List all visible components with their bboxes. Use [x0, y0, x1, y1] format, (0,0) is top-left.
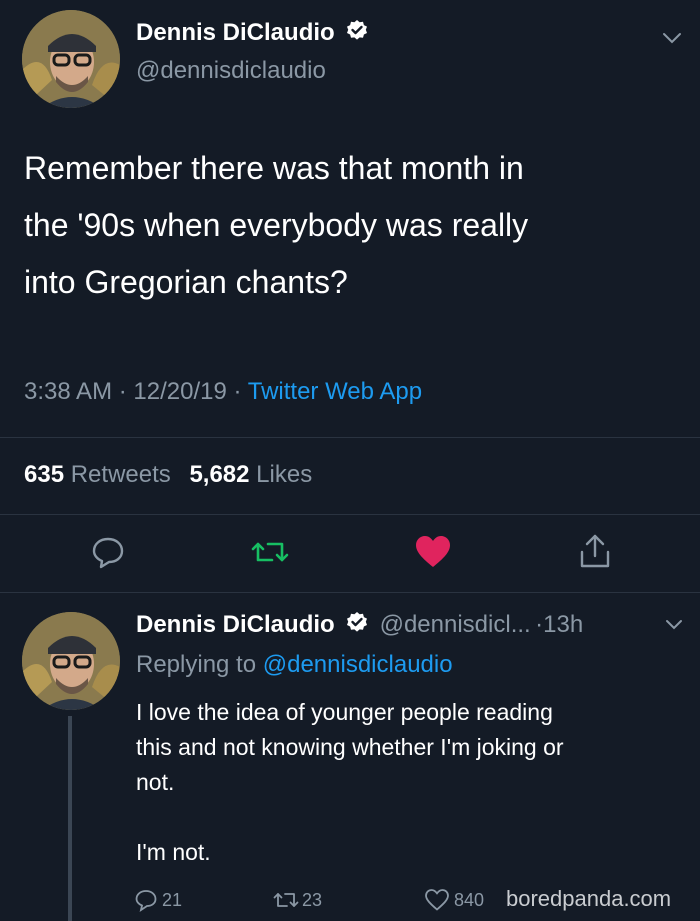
- retweets-label: Retweets: [70, 461, 171, 488]
- likes-count: 5,682: [189, 461, 250, 488]
- reply-author-name[interactable]: Dennis DiClaudio: [136, 611, 335, 638]
- tweet-meta: 3:38 AM · 12/20/19 · Twitter Web App: [24, 378, 422, 406]
- tweet-time[interactable]: 3:38 AM: [24, 378, 112, 405]
- retweets-count: 635: [24, 461, 65, 488]
- reply-reply-count: 21: [162, 889, 183, 910]
- tweet-text-line: into Gregorian chants?: [24, 264, 348, 300]
- reply-age[interactable]: ·13h: [535, 611, 583, 638]
- divider: [0, 514, 700, 515]
- chevron-down-icon[interactable]: [660, 28, 684, 48]
- reply-text-line: I love the idea of younger people readin…: [136, 699, 553, 725]
- reply-retweet-count: 23: [302, 889, 323, 910]
- likes-label: Likes: [256, 461, 313, 488]
- tweet-date[interactable]: 12/20/19: [133, 378, 226, 405]
- retweets-stat[interactable]: 635 Retweets: [24, 461, 171, 488]
- meta-separator: ·: [118, 378, 127, 405]
- reply-text-line: I'm not.: [136, 839, 211, 865]
- tweet-text: Remember there was that month in the '90…: [24, 140, 684, 311]
- tweet-text-line: Remember there was that month in: [24, 150, 524, 186]
- reply-like-action[interactable]: 840: [424, 888, 484, 912]
- tweet-stats: 635 Retweets 5,682 Likes: [24, 461, 312, 489]
- likes-stat[interactable]: 5,682 Likes: [189, 461, 312, 488]
- avatar-photo: [22, 612, 120, 710]
- retweet-icon: [273, 893, 299, 907]
- replying-prefix: Replying to: [136, 651, 257, 678]
- main-author-name[interactable]: Dennis DiClaudio: [136, 19, 335, 46]
- reply-like-count: 840: [454, 889, 485, 910]
- retweet-icon[interactable]: [250, 534, 290, 570]
- reply-reply-action[interactable]: 21: [134, 888, 182, 912]
- reply-icon[interactable]: [90, 534, 126, 570]
- replying-to: Replying to @dennisdiclaudio: [136, 651, 453, 679]
- reply-icon: [135, 890, 157, 912]
- tweet-source-link[interactable]: Twitter Web App: [248, 378, 422, 405]
- reply-retweet-action[interactable]: 23: [272, 888, 322, 912]
- tweet-text-line: the '90s when everybody was really: [24, 207, 529, 243]
- reply-author-handle[interactable]: @dennisdicl...: [380, 611, 531, 638]
- share-icon[interactable]: [578, 532, 612, 570]
- divider: [0, 437, 700, 438]
- replying-handle-link[interactable]: @dennisdiclaudio: [263, 651, 453, 678]
- reply-text-line: not.: [136, 769, 175, 795]
- thread-line: [68, 716, 72, 921]
- like-heart-icon: [425, 889, 449, 911]
- avatar-photo: [22, 10, 120, 108]
- verified-badge-icon: [345, 611, 369, 635]
- main-author-handle[interactable]: @dennisdiclaudio: [136, 57, 326, 85]
- main-author-avatar[interactable]: [22, 10, 120, 108]
- watermark: boredpanda.com: [506, 886, 672, 911]
- like-heart-icon[interactable]: [414, 534, 452, 570]
- chevron-down-icon[interactable]: [664, 616, 684, 634]
- reply-text: I love the idea of younger people readin…: [136, 695, 686, 870]
- verified-badge-icon: [345, 19, 369, 43]
- reply-author-avatar[interactable]: [22, 612, 120, 710]
- divider: [0, 592, 700, 593]
- reply-text-line: this and not knowing whether I'm joking …: [136, 734, 564, 760]
- meta-separator: ·: [233, 378, 242, 405]
